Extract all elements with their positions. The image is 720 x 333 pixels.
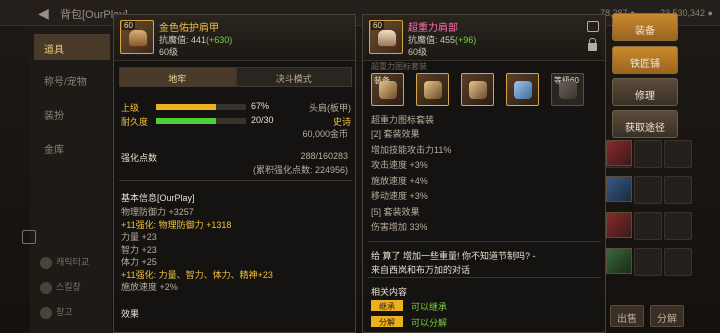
stat-line: 力量 +23 xyxy=(121,232,157,242)
flavor-text-2: 来自西岚和布万加的对话 xyxy=(371,265,471,275)
durability-row: 耐久度 20/30 史诗 xyxy=(121,115,351,127)
inventory-slot[interactable] xyxy=(634,140,662,168)
stat-line: 体力 +25 xyxy=(121,257,157,267)
tooltip-header: 60 超重力肩部 抗魔值: 455(+96) 60级 xyxy=(363,15,605,61)
set-name: 超重力图标套装 xyxy=(371,115,435,125)
inventory-slot[interactable] xyxy=(664,176,692,204)
grade-row: 上级 67% 头肩(板甲) xyxy=(121,101,351,113)
disassemble-button[interactable]: 分解 xyxy=(650,305,684,327)
inventory-slot[interactable] xyxy=(664,212,692,240)
reinforce-total: (累积强化点数: 224956) xyxy=(252,165,348,175)
divider xyxy=(368,241,601,242)
equipped-item-tooltip: 60 金色佑护肩甲 抗魔值: 441(+630) 60级 地牢 决斗模式 上级 … xyxy=(113,14,356,333)
set-slot[interactable] xyxy=(416,73,449,106)
bottom-tab-skills[interactable]: 스킬창 xyxy=(40,280,110,300)
inventory-slot[interactable] xyxy=(634,176,662,204)
back-arrow-icon[interactable]: ◀ xyxy=(38,5,49,22)
inventory-item-thumb[interactable] xyxy=(606,140,632,166)
inventory-slot[interactable] xyxy=(634,248,662,276)
repair-button[interactable]: 修理 xyxy=(612,78,678,106)
tab-pvp[interactable]: 决斗模式 xyxy=(235,67,352,87)
reinforce-label: 强化点数 xyxy=(121,153,158,163)
disassemble-text: 可以分解 xyxy=(411,318,448,328)
set-effect-line: 攻击速度 +3% xyxy=(371,160,428,170)
inventory-item-thumb[interactable] xyxy=(606,248,632,274)
storage-icon xyxy=(40,306,52,319)
sell-button[interactable]: 出售 xyxy=(610,305,644,327)
shoulder-armor-icon: 60 xyxy=(369,20,403,54)
divider xyxy=(368,277,601,278)
bottom-tab-storage[interactable]: 창고 xyxy=(40,305,110,325)
stat-line: +11强化: 力量、智力、体力、精神+23 xyxy=(121,269,273,280)
sidebar-item-titles[interactable]: 称号/宠物 xyxy=(34,66,110,92)
inherit-tag: 继承 xyxy=(371,300,403,311)
game-screen: ◀ 背包[OurPlay] 78,287 ● 23,530,342 ● 道具 称… xyxy=(0,0,720,333)
item-name: 金色佑护肩甲 xyxy=(159,23,219,34)
set-effect-line: 移动速度 +3% xyxy=(371,191,428,201)
divider xyxy=(119,180,352,181)
bottom-tab-character[interactable]: 캐릭터교 xyxy=(40,255,110,275)
set-section-title: 超重力图标套装 xyxy=(371,62,427,71)
share-icon[interactable] xyxy=(587,21,599,32)
blacksmith-button[interactable]: 铁匠铺 xyxy=(612,46,678,74)
sidebar-item-vault[interactable]: 金库 xyxy=(34,134,110,160)
sidebar-item-items[interactable]: 道具 xyxy=(34,34,110,60)
inventory-item-thumb[interactable] xyxy=(606,176,632,202)
grade-bar xyxy=(156,104,246,110)
inventory-slot[interactable] xyxy=(664,248,692,276)
set-slots: 装备 等级60 xyxy=(371,73,584,106)
effect-header: 效果 xyxy=(121,309,140,319)
mode-tabs: 地牢 决斗模式 xyxy=(119,67,352,87)
set-effect-line: 施放速度 +4% xyxy=(371,175,428,186)
tab-dungeon[interactable]: 地牢 xyxy=(119,67,236,87)
inventory-slot[interactable] xyxy=(664,140,692,168)
slot-type: 头肩(板甲) xyxy=(309,103,351,113)
stat-line: 物理防御力 +3257 xyxy=(121,207,194,217)
set-effect-line: [5] 套装效果 xyxy=(371,206,420,217)
sidebar-item-avatar[interactable]: 装扮 xyxy=(34,100,110,126)
inventory-item-thumb[interactable] xyxy=(606,212,632,238)
stat-line: +11强化: 物理防御力 +1318 xyxy=(121,219,232,230)
obtain-method-button[interactable]: 获取途径 xyxy=(612,110,678,138)
flavor-text-1: 给 算了 增加一些重量! 你不知道节制吗? - xyxy=(371,251,536,261)
compare-item-tooltip: 60 超重力肩部 抗魔值: 455(+96) 60级 超重力图标套装 装备 等级… xyxy=(362,14,606,333)
disassemble-tag: 分解 xyxy=(371,316,403,327)
reinforce-value: 288/160283 xyxy=(300,151,348,161)
inventory-slot[interactable] xyxy=(634,212,662,240)
set-slot[interactable] xyxy=(506,73,539,106)
stat-line: 施放速度 +2% xyxy=(121,282,178,292)
equip-button[interactable]: 装备 xyxy=(612,13,678,41)
lock-icon[interactable] xyxy=(588,38,597,51)
sell-price: 60,000金币 xyxy=(302,129,348,139)
set-slot-equipped[interactable]: 装备 xyxy=(371,73,404,106)
stat-line: 智力 +23 xyxy=(121,244,157,255)
skill-icon xyxy=(40,281,52,294)
item-level: 60级 xyxy=(159,47,179,57)
tooltip-header: 60 金色佑护肩甲 抗魔值: 441(+630) 60级 xyxy=(114,15,355,61)
item-name: 超重力肩部 xyxy=(408,23,458,34)
basic-info-header: 基本信息[OurPlay] xyxy=(121,193,195,203)
related-header: 相关内容 xyxy=(371,287,408,297)
inherit-text: 可以继承 xyxy=(411,302,448,312)
item-level: 60级 xyxy=(408,47,428,57)
set-effect-line: [2] 套装效果 xyxy=(371,129,420,139)
durability-bar xyxy=(156,118,246,124)
select-checkbox[interactable] xyxy=(22,230,36,244)
set-effect-line: 增加技能攻击力11% xyxy=(371,144,452,155)
character-icon xyxy=(40,256,52,269)
set-slot[interactable] xyxy=(461,73,494,106)
set-slot-level[interactable]: 等级60 xyxy=(551,73,584,106)
shoulder-armor-icon: 60 xyxy=(120,20,154,54)
set-effect-line: 伤害增加 33% xyxy=(371,222,428,232)
